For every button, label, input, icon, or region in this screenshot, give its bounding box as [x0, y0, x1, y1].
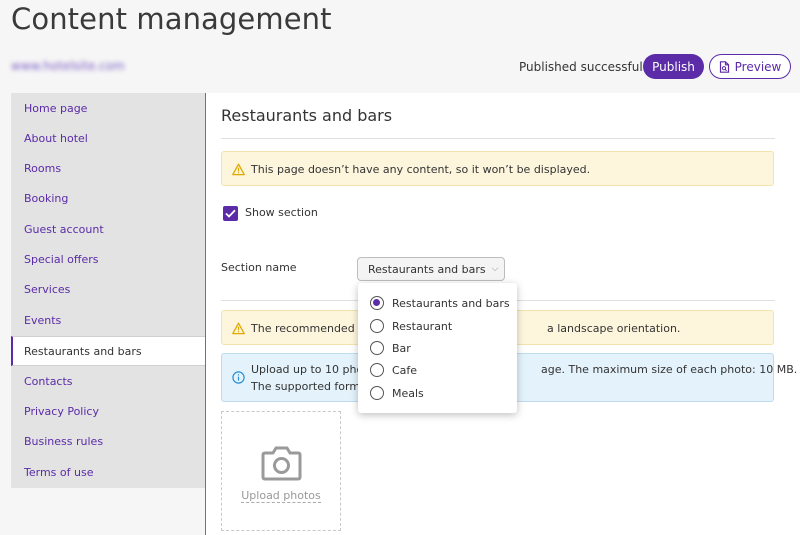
- radio[interactable]: [370, 363, 384, 377]
- sidebar-item-guest-account[interactable]: Guest account: [11, 214, 205, 244]
- option-bar[interactable]: Bar: [370, 339, 411, 357]
- show-section-checkbox[interactable]: [223, 206, 238, 221]
- camera-icon: [261, 446, 302, 481]
- sidebar-item-rooms[interactable]: Rooms: [11, 153, 205, 183]
- sidebar-nav: Home page About hotel Rooms Booking Gues…: [11, 93, 206, 488]
- radio[interactable]: [370, 319, 384, 333]
- section-title: Restaurants and bars: [221, 106, 393, 125]
- radio-selected[interactable]: [370, 296, 384, 310]
- sidebar-item-booking[interactable]: Booking: [11, 183, 205, 213]
- document-icon: [719, 60, 729, 73]
- photo-warning-text-end: a landscape orientation.: [547, 322, 681, 335]
- sidebar-item-home-page[interactable]: Home page: [11, 93, 205, 123]
- preview-button[interactable]: Preview: [709, 54, 791, 79]
- sidebar-item-about-hotel[interactable]: About hotel: [11, 123, 205, 153]
- show-section-label: Show section: [245, 206, 318, 219]
- option-label: Bar: [392, 341, 411, 355]
- option-restaurant[interactable]: Restaurant: [370, 317, 452, 335]
- site-url-link[interactable]: www.hotelsite.com: [11, 59, 125, 73]
- checkmark-icon: [225, 209, 236, 218]
- info-text-line1-end: age. The maximum size of each photo: 10 …: [541, 363, 798, 376]
- info-text-line1-start: Upload up to 10 pho: [251, 363, 364, 376]
- option-label: Restaurant: [392, 319, 453, 333]
- title-divider: [221, 138, 775, 139]
- info-text-line2-start: The supported forma: [251, 380, 367, 393]
- section-name-value: Restaurants and bars: [368, 262, 486, 276]
- empty-warning-text: This page doesn’t have any content, so i…: [251, 163, 591, 176]
- option-label: Restaurants and bars: [392, 296, 510, 310]
- upload-photos-dropzone[interactable]: Upload photos: [221, 411, 341, 531]
- option-label: Cafe: [392, 363, 418, 377]
- publish-status: Published successfully: [519, 60, 654, 74]
- info-circle-icon: [232, 371, 245, 384]
- photo-warning-text-start: The recommended r: [251, 322, 363, 335]
- sidebar-item-restaurants-and-bars[interactable]: Restaurants and bars: [11, 336, 206, 366]
- option-label: Meals: [392, 386, 424, 400]
- radio[interactable]: [370, 386, 384, 400]
- upload-photos-label[interactable]: Upload photos: [222, 489, 340, 503]
- warning-triangle-icon: [232, 163, 245, 176]
- sidebar-item-special-offers[interactable]: Special offers: [11, 244, 205, 274]
- option-restaurants-and-bars[interactable]: Restaurants and bars: [370, 294, 510, 312]
- empty-content-warning: This page doesn’t have any content, so i…: [221, 151, 774, 186]
- option-cafe[interactable]: Cafe: [370, 361, 417, 379]
- sidebar-item-terms-of-use[interactable]: Terms of use: [11, 457, 205, 487]
- sidebar-item-services[interactable]: Services: [11, 274, 205, 304]
- radio[interactable]: [370, 341, 384, 355]
- section-name-dropdown: Restaurants and bars Restaurant Bar Cafe…: [358, 283, 517, 413]
- publish-button[interactable]: Publish: [643, 54, 704, 79]
- page-title: Content management: [11, 2, 332, 36]
- option-meals[interactable]: Meals: [370, 384, 424, 402]
- chevron-down-icon: ⌵: [491, 264, 499, 274]
- sidebar-item-privacy-policy[interactable]: Privacy Policy: [11, 396, 205, 426]
- sidebar-item-business-rules[interactable]: Business rules: [11, 426, 205, 456]
- warning-triangle-icon: [232, 322, 245, 335]
- section-name-select[interactable]: Restaurants and bars ⌵: [357, 257, 505, 281]
- section-name-label: Section name: [221, 261, 297, 274]
- sidebar-item-contacts[interactable]: Contacts: [11, 366, 205, 396]
- sidebar-item-events[interactable]: Events: [11, 305, 205, 335]
- preview-label: Preview: [734, 59, 782, 74]
